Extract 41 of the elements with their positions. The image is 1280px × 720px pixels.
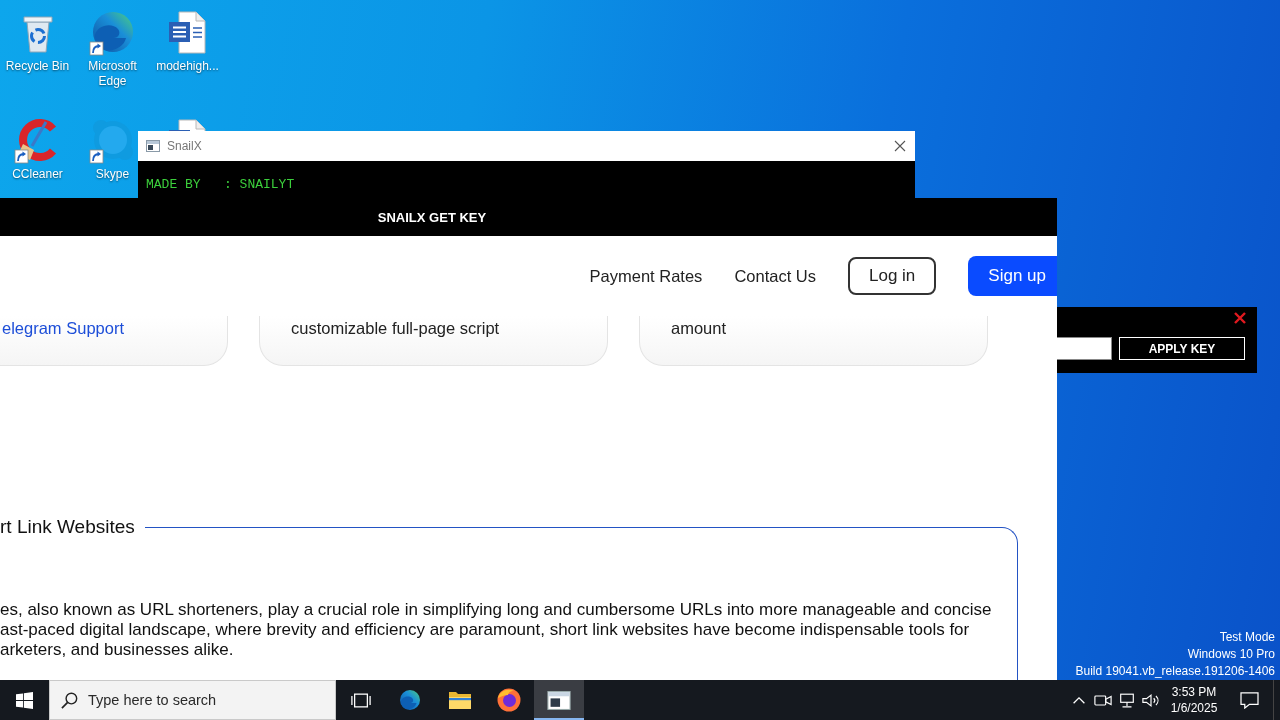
folder-icon	[447, 690, 472, 710]
taskbar-button[interactable]	[534, 680, 584, 720]
nav-link[interactable]: Contact Us	[734, 266, 816, 286]
system-notice-text: Windows 10 Pro	[1186, 646, 1275, 663]
card-text: amount	[671, 318, 727, 338]
icon-label: Skype	[95, 167, 130, 182]
window-icon	[546, 690, 571, 710]
notification-icon	[1239, 691, 1259, 709]
search-field[interactable]: Type here to search	[88, 688, 335, 712]
search-icon	[61, 691, 78, 709]
console-output-line: MADE BY : SNAILYT	[146, 177, 296, 193]
paragraph: es, also known as URL shorteners, play a crucial role in simplifying long and cumbersome URLs into more manageable and concise ast-paced digital landscape, where brevity and efficiency are paramount, short link websites have become indispensable tools for arketers, and businesses alike.	[0, 600, 993, 660]
window-icon	[146, 140, 160, 152]
support-link[interactable]: elegram Support	[2, 318, 124, 338]
speaker-icon	[1142, 692, 1160, 708]
window-title: SnailX	[167, 139, 202, 153]
nav-link[interactable]: Payment Rates	[589, 266, 703, 286]
close-icon[interactable]	[1234, 312, 1246, 324]
window-title: SNAILX GET KEY	[377, 209, 487, 225]
camera-icon	[1094, 692, 1112, 708]
section-heading: rt Link Websites	[0, 516, 136, 538]
key-input-field[interactable]	[1057, 337, 1112, 360]
browser-icon	[398, 688, 423, 712]
signup-button[interactable]: Sign up	[968, 256, 1057, 296]
system-notice-text: Test Mode	[1218, 629, 1275, 646]
icon-label: Recycle Bin	[5, 59, 70, 74]
search-box[interactable]: Type here to search	[49, 680, 336, 720]
task-view-icon	[350, 692, 371, 708]
system-notice-text: Build 19041.vb_release.191206-1406	[1075, 663, 1275, 680]
windows-logo-icon	[15, 691, 33, 709]
icon-label: CCleaner	[12, 167, 63, 182]
card-text: customizable full-page script	[291, 318, 500, 338]
icon-label: Microsoft Edge	[87, 59, 138, 89]
clock-date[interactable]: 1/6/2025	[1170, 700, 1218, 716]
login-button[interactable]: Log in	[848, 257, 937, 295]
icon-label: modehigh...	[156, 59, 219, 74]
close-icon[interactable]	[894, 140, 906, 152]
apply-key-button[interactable]: APPLY KEY	[1119, 337, 1245, 360]
network-icon	[1118, 692, 1136, 708]
clock-time[interactable]: 3:53 PM	[1171, 684, 1217, 700]
browser-icon	[497, 688, 522, 712]
